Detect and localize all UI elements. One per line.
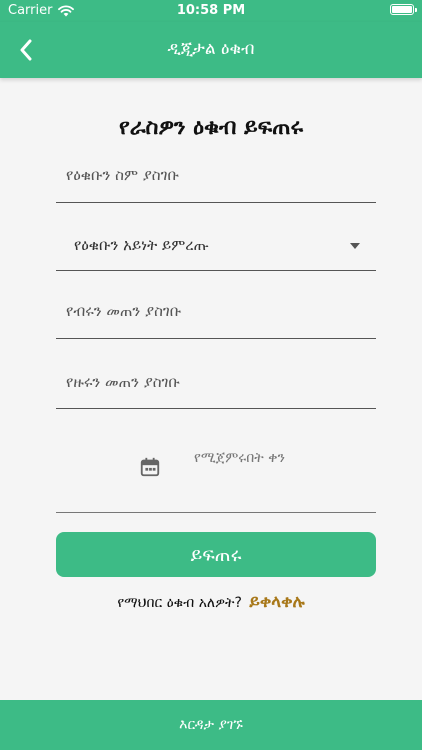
equb-type-value: የዕቁቡን አይነት ይምረጡ: [74, 236, 209, 254]
create-button[interactable]: ይፍጠሩ: [56, 532, 376, 577]
page-title: የራስዎን ዕቁብ ይፍጠሩ: [118, 115, 304, 140]
battery-level: [392, 6, 412, 13]
join-row: የማህበር ዕቁብ አለዎት? ይቀላቀሉ: [0, 592, 422, 612]
app-screen: Carrier 10:58 PM ዲጂታል ዕቁብ የራስዎን ዕቁብ ይፍጠሩ…: [0, 0, 422, 750]
status-time: 10:58 PM: [176, 3, 246, 18]
amount-placeholder: የብሩን መጠን ያስገቡ: [66, 302, 182, 320]
join-question: የማህበር ዕቁብ አለዎት?: [117, 595, 242, 611]
help-bar[interactable]: እርዳታ ያገኙ: [0, 700, 422, 750]
nav-bar: ዲጂታል ዕቁብ: [0, 22, 422, 78]
equb-name-input[interactable]: የዕቁቡን ስም ያስገቡ: [56, 150, 376, 203]
start-date-picker[interactable]: የሚጀምሩበት ቀን: [56, 430, 376, 513]
battery-icon: [390, 4, 417, 15]
round-placeholder: የዙሩን መጠን ያስገቡ: [66, 373, 180, 391]
round-input[interactable]: የዙሩን መጠን ያስገቡ: [56, 357, 376, 409]
join-link[interactable]: ይቀላቀሉ: [249, 592, 304, 612]
help-label: እርዳታ ያገኙ: [179, 717, 243, 733]
equb-name-placeholder: የዕቁቡን ስም ያስገቡ: [66, 166, 180, 184]
nav-title: ዲጂታል ዕቁብ: [167, 39, 255, 59]
start-date-label: የሚጀምሩበት ቀን: [194, 450, 285, 466]
caret-down-icon: [350, 243, 360, 249]
calendar-icon: [140, 457, 160, 477]
equb-type-select[interactable]: የዕቁቡን አይነት ይምረጡ: [56, 220, 376, 271]
amount-input[interactable]: የብሩን መጠን ያስገቡ: [56, 288, 376, 339]
status-bar: Carrier 10:58 PM: [0, 0, 422, 22]
status-right: [390, 4, 417, 15]
